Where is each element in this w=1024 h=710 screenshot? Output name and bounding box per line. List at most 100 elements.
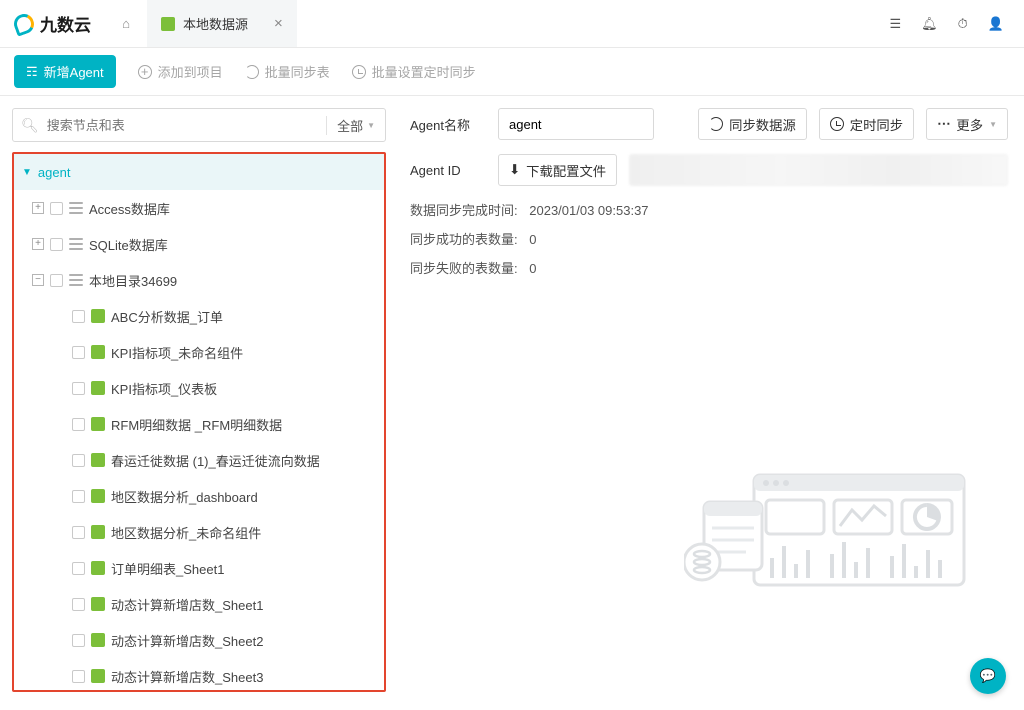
chat-support-button[interactable]: 💬 (970, 658, 1006, 694)
tree-leaf-label: 地区数据分析_dashboard (111, 487, 258, 506)
table-icon (91, 633, 105, 647)
bulk-sync-button[interactable]: 批量同步表 (245, 62, 330, 81)
tree-table-node[interactable]: 地区数据分析_dashboard (14, 478, 384, 514)
checkbox[interactable] (72, 490, 85, 503)
tree-db-node[interactable]: + SQLite数据库 (14, 226, 384, 262)
brand-text: 九数云 (40, 11, 91, 36)
bulk-sync-label: 批量同步表 (265, 62, 330, 81)
tree-leaf-label: 动态计算新增店数_Sheet3 (111, 667, 263, 686)
agent-id-label: Agent ID (410, 163, 486, 178)
more-button[interactable]: 更多 ▼ (926, 108, 1008, 140)
checkbox[interactable] (72, 634, 85, 647)
close-icon[interactable]: × (274, 15, 283, 32)
bulk-schedule-button[interactable]: 批量设置定时同步 (352, 62, 476, 81)
sync-icon (245, 65, 259, 79)
tab-local-datasource[interactable]: 本地数据源 × (147, 0, 297, 47)
expand-icon[interactable]: + (32, 238, 44, 250)
tree-table-node[interactable]: ABC分析数据_订单 (14, 298, 384, 334)
tree-table-node[interactable]: 地区数据分析_未命名组件 (14, 514, 384, 550)
agent-name-input[interactable] (498, 108, 654, 140)
checkbox[interactable] (72, 418, 85, 431)
checkbox[interactable] (72, 598, 85, 611)
tree-db-node[interactable]: + Access数据库 (14, 190, 384, 226)
expand-icon[interactable]: + (32, 202, 44, 214)
schedule-sync-button[interactable]: 定时同步 (819, 108, 914, 140)
checkbox[interactable] (50, 202, 63, 215)
tree-table-node[interactable]: 动态计算新增店数_Sheet2 (14, 622, 384, 658)
tree-leaf-label: 动态计算新增店数_Sheet1 (111, 595, 263, 614)
table-icon (91, 309, 105, 323)
caret-down-icon: ▼ (22, 167, 32, 178)
clock-icon (352, 65, 366, 79)
top-bar: 九数云 ⌂ 本地数据源 × ☰ 🔔︎ ⏱ 👤 (0, 0, 1024, 48)
checkbox[interactable] (72, 454, 85, 467)
tree-db-node[interactable]: − 本地目录34699 (14, 262, 384, 298)
table-icon (91, 489, 105, 503)
database-icon (69, 274, 83, 286)
tree-table-node[interactable]: 春运迁徙数据 (1)_春运迁徙流向数据 (14, 442, 384, 478)
checkbox[interactable] (72, 526, 85, 539)
sync-source-button[interactable]: 同步数据源 (698, 108, 807, 140)
database-icon (69, 238, 83, 250)
stopwatch-icon[interactable]: ⏱ (958, 16, 968, 32)
more-icon (937, 116, 950, 132)
table-icon (91, 381, 105, 395)
checkbox[interactable] (72, 670, 85, 683)
checkbox[interactable] (50, 238, 63, 251)
tree-node-label: Access数据库 (89, 199, 170, 218)
tab-label: 本地数据源 (183, 14, 248, 33)
task-list-icon[interactable]: ☰ (890, 16, 902, 32)
sync-time-value: 2023/01/03 09:53:37 (529, 203, 648, 218)
user-icon[interactable]: 👤 (988, 16, 1004, 32)
home-icon: ⌂ (122, 16, 130, 31)
tree-table-node[interactable]: RFM明细数据 _RFM明细数据 (14, 406, 384, 442)
topbar-actions: ☰ 🔔︎ ⏱ 👤 (890, 16, 1024, 32)
checkbox[interactable] (72, 346, 85, 359)
empty-state-illustration (684, 450, 984, 600)
collapse-icon[interactable]: − (32, 274, 44, 286)
sync-ok-value: 0 (529, 232, 536, 247)
table-icon (91, 417, 105, 431)
tree-node-label: SQLite数据库 (89, 235, 168, 254)
datasource-icon (161, 17, 175, 31)
checkbox[interactable] (72, 562, 85, 575)
table-icon (91, 561, 105, 575)
table-icon (91, 597, 105, 611)
add-to-project-button[interactable]: + 添加到项目 (138, 62, 223, 81)
checkbox[interactable] (50, 274, 63, 287)
table-icon (91, 345, 105, 359)
tree-leaf-label: 订单明细表_Sheet1 (111, 559, 224, 578)
new-agent-label: 新增Agent (44, 62, 104, 81)
database-icon (69, 202, 83, 214)
datasource-tree: ▼ agent + Access数据库 + SQLite数据库 − (12, 152, 386, 692)
tree-table-node[interactable]: 动态计算新增店数_Sheet3 (14, 658, 384, 692)
tree-table-node[interactable]: KPI指标项_仪表板 (14, 370, 384, 406)
new-agent-button[interactable]: ☶ 新增Agent (14, 55, 116, 88)
checkbox[interactable] (72, 310, 85, 323)
plus-circle-icon: + (138, 65, 152, 79)
tree-leaf-label: KPI指标项_未命名组件 (111, 343, 243, 362)
more-label: 更多 (956, 115, 983, 134)
search-scope-dropdown[interactable]: 全部 ▼ (326, 116, 385, 135)
search-input[interactable] (47, 118, 326, 133)
chevron-down-icon: ▼ (989, 120, 997, 129)
home-tab[interactable]: ⌂ (105, 0, 147, 47)
tree-table-node[interactable]: 动态计算新增店数_Sheet1 (14, 586, 384, 622)
download-icon: ⬇︎ (509, 162, 520, 178)
sync-ok-label: 同步成功的表数量: (410, 232, 518, 247)
clock-icon (830, 117, 844, 131)
add-to-project-label: 添加到项目 (158, 62, 223, 81)
tree-agent-root[interactable]: ▼ agent (14, 154, 384, 190)
checkbox[interactable] (72, 382, 85, 395)
download-config-label: 下载配置文件 (526, 161, 606, 180)
bell-icon[interactable]: 🔔︎ (921, 16, 938, 32)
sync-stats: 数据同步完成时间: 2023/01/03 09:53:37 同步成功的表数量: … (410, 200, 1008, 277)
tree-table-node[interactable]: KPI指标项_未命名组件 (14, 334, 384, 370)
schedule-sync-label: 定时同步 (850, 115, 903, 134)
search-box[interactable]: 🔍︎ 全部 ▼ (12, 108, 386, 142)
sync-fail-label: 同步失败的表数量: (410, 261, 518, 276)
download-config-button[interactable]: ⬇︎ 下载配置文件 (498, 154, 617, 186)
chevron-down-icon: ▼ (367, 121, 375, 130)
tree-table-node[interactable]: 订单明细表_Sheet1 (14, 550, 384, 586)
action-toolbar: ☶ 新增Agent + 添加到项目 批量同步表 批量设置定时同步 (0, 48, 1024, 96)
